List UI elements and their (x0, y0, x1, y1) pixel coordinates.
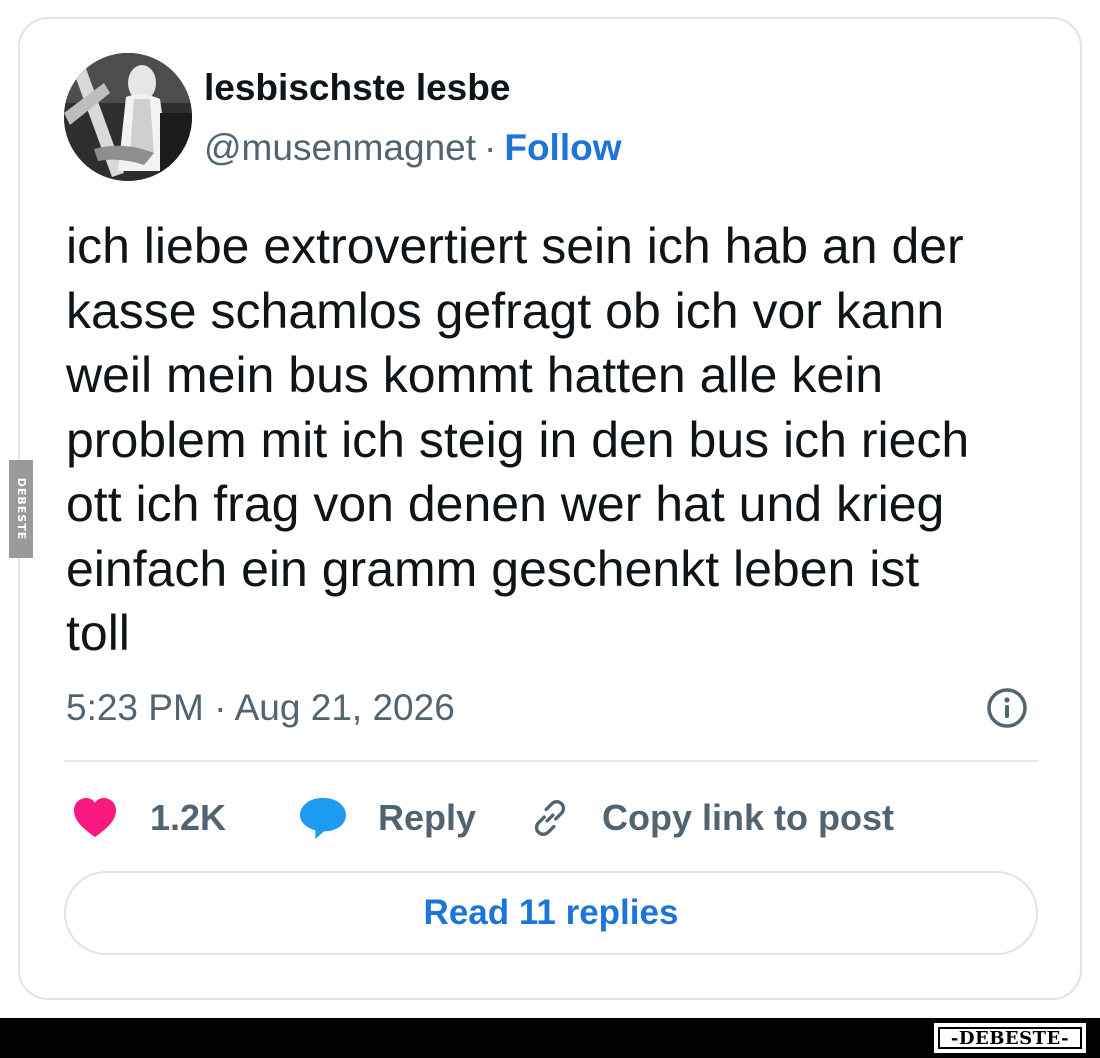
reply-label: Reply (378, 797, 477, 838)
bottom-watermark-bar: -DEBESTE- (0, 1018, 1100, 1058)
bottom-watermark-logo: -DEBESTE- (934, 1023, 1086, 1053)
heart-icon (74, 797, 116, 838)
tweet-text: ich liebe extrovertiert sein ich hab an … (66, 214, 1056, 666)
info-icon[interactable] (986, 687, 1028, 729)
follow-button[interactable]: Follow (504, 127, 621, 168)
tweet-text-line: ich liebe extrovertiert sein ich hab an … (66, 218, 964, 274)
user-handle[interactable]: @musenmagnet (204, 127, 476, 168)
tweet-text-line: problem mit ich steig in den bus ich rie… (66, 411, 970, 468)
like-count: 1.2K (150, 797, 227, 838)
tweet-text-line: einfach ein gramm geschenkt leben ist (66, 540, 920, 597)
side-watermark-logo: DEBESTE (15, 478, 28, 540)
copy-link-button[interactable]: Copy link to post (528, 795, 894, 841)
divider (64, 760, 1038, 762)
read-replies-button[interactable]: Read 11 replies (64, 871, 1038, 955)
tweet-timestamp[interactable]: 5:23 PM · Aug 21, 2026 (66, 687, 455, 729)
tweet-card: lesbischste lesbe @musenmagnet · Follow ic… (18, 17, 1082, 1000)
svg-text:DEBESTE: DEBESTE (15, 478, 28, 540)
tweet-text-line: kasse schamlos gefragt ob ich vor kann (66, 282, 945, 339)
display-name[interactable]: lesbischste lesbe (204, 67, 510, 109)
like-button[interactable]: 1.2K (72, 795, 226, 841)
reply-button[interactable]: Reply (298, 795, 476, 841)
svg-text:-DEBESTE-: -DEBESTE- (951, 1028, 1069, 1049)
copy-link-label: Copy link to post (602, 797, 894, 838)
tweet-text-line: weil mein bus kommt hatten alle kein (66, 347, 884, 403)
side-watermark: DEBESTE (9, 460, 33, 558)
avatar-image (64, 53, 192, 181)
link-icon (534, 800, 566, 836)
avatar[interactable] (64, 53, 192, 181)
handle-separator: · (484, 127, 497, 168)
handle-row: @musenmagnet · Follow (204, 127, 622, 169)
reply-bubble-icon (300, 797, 346, 840)
tweet-text-line: ott ich frag von denen wer hat und krieg (66, 476, 945, 532)
read-replies-label: Read 11 replies (423, 893, 679, 932)
tweet-text-line: toll (66, 605, 130, 661)
